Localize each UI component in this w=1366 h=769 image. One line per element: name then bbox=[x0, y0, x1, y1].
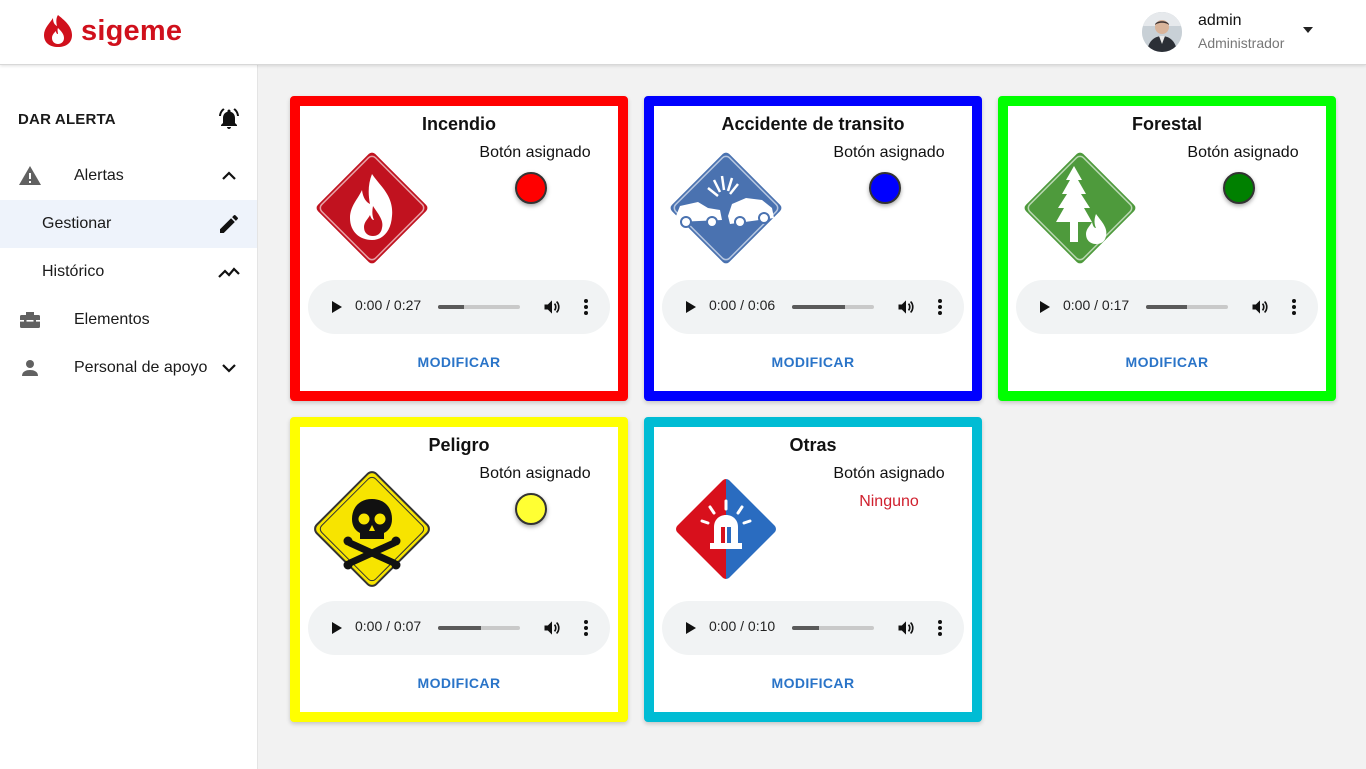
modify-button[interactable]: MODIFICAR bbox=[300, 675, 618, 691]
audio-time: 0:00 / 0:27 bbox=[355, 297, 422, 313]
assigned-button-color bbox=[515, 493, 547, 525]
card-title: Otras bbox=[789, 435, 837, 455]
siren-sign-icon bbox=[673, 476, 779, 582]
volume-icon[interactable] bbox=[1250, 297, 1270, 317]
card-title: Incendio bbox=[421, 114, 496, 134]
sidebar: DAR ALERTA Alertas Gestionar Histórico E… bbox=[0, 65, 258, 769]
user-role: Administrador bbox=[1198, 35, 1285, 51]
card-title: Forestal bbox=[1131, 114, 1203, 134]
audio-player[interactable]: 0:00 / 0:17 bbox=[1016, 280, 1318, 334]
modify-button[interactable]: MODIFICAR bbox=[1008, 354, 1326, 370]
dar-alerta-label: DAR ALERTA bbox=[18, 110, 116, 128]
alert-card-forestal: Forestal Botón asignado 0:00 / 0:17 MODI… bbox=[998, 96, 1336, 401]
sidebar-item-elementos[interactable]: Elementos bbox=[0, 296, 257, 344]
car-crash-sign-icon bbox=[667, 149, 785, 267]
avatar-photo-icon bbox=[1142, 12, 1182, 52]
more-vertical-icon[interactable] bbox=[930, 618, 950, 638]
dar-alerta-button[interactable]: DAR ALERTA bbox=[0, 95, 257, 143]
volume-icon[interactable] bbox=[542, 297, 562, 317]
card-title: Accidente de transito bbox=[721, 114, 905, 134]
sidebar-item-personal-de-apoyo[interactable]: Personal de apoyo bbox=[0, 344, 257, 392]
audio-time: 0:00 / 0:07 bbox=[355, 618, 422, 634]
sidebar-item-label: Histórico bbox=[42, 263, 105, 280]
warning-icon bbox=[19, 166, 41, 185]
more-vertical-icon[interactable] bbox=[930, 297, 950, 317]
assigned-button-color bbox=[515, 172, 547, 204]
modify-button[interactable]: MODIFICAR bbox=[300, 354, 618, 370]
sidebar-item-historico[interactable]: Histórico bbox=[0, 248, 257, 296]
assigned-button-label: Botón asignado bbox=[1187, 144, 1299, 161]
audio-progress-fill bbox=[1146, 305, 1187, 309]
sidebar-item-gestionar[interactable]: Gestionar bbox=[0, 200, 257, 248]
audio-progress-bar[interactable] bbox=[792, 626, 874, 630]
trending-icon bbox=[218, 267, 240, 278]
audio-player[interactable]: 0:00 / 0:10 bbox=[662, 601, 964, 655]
audio-player[interactable]: 0:00 / 0:07 bbox=[308, 601, 610, 655]
assigned-button-color bbox=[1223, 172, 1255, 204]
logo-flame-icon bbox=[44, 15, 72, 47]
toolbox-icon bbox=[20, 312, 40, 328]
sidebar-item-label: Elementos bbox=[74, 311, 150, 328]
assigned-button-label: Botón asignado bbox=[479, 465, 591, 482]
volume-icon[interactable] bbox=[896, 618, 916, 638]
sidebar-item-alertas[interactable]: Alertas bbox=[0, 152, 257, 200]
play-icon[interactable] bbox=[328, 299, 344, 315]
logo-text: sigeme bbox=[81, 15, 183, 47]
sidebar-item-label: Personal de apoyo bbox=[74, 359, 208, 376]
audio-progress-fill bbox=[438, 626, 481, 630]
assigned-none-text: Ninguno bbox=[859, 493, 919, 510]
person-icon bbox=[22, 360, 38, 376]
play-icon[interactable] bbox=[1036, 299, 1052, 315]
audio-progress-bar[interactable] bbox=[438, 626, 520, 630]
forest-fire-sign-icon bbox=[1021, 149, 1139, 267]
play-icon[interactable] bbox=[328, 620, 344, 636]
assigned-button-label: Botón asignado bbox=[833, 465, 945, 482]
assigned-button-label: Botón asignado bbox=[479, 144, 591, 161]
assigned-button-color bbox=[869, 172, 901, 204]
bell-ring-icon bbox=[219, 108, 239, 129]
audio-time: 0:00 / 0:17 bbox=[1063, 297, 1130, 313]
more-vertical-icon[interactable] bbox=[1284, 297, 1304, 317]
audio-progress-fill bbox=[438, 305, 465, 309]
audio-player[interactable]: 0:00 / 0:27 bbox=[308, 280, 610, 334]
app-header: sigeme admin Administrador bbox=[0, 0, 1366, 65]
sidebar-item-label: Alertas bbox=[74, 167, 124, 184]
volume-icon[interactable] bbox=[542, 618, 562, 638]
chevron-up-icon bbox=[222, 171, 236, 180]
alert-card-peligro: Peligro Botón asignado 0:00 / 0:07 MODIF… bbox=[290, 417, 628, 722]
audio-time: 0:00 / 0:06 bbox=[709, 297, 776, 313]
chevron-down-icon bbox=[222, 364, 236, 373]
modify-button[interactable]: MODIFICAR bbox=[654, 354, 972, 370]
volume-icon[interactable] bbox=[896, 297, 916, 317]
audio-progress-fill bbox=[792, 305, 846, 309]
alert-card-otras: Otras Botón asignado Ninguno 0:00 / 0:10… bbox=[644, 417, 982, 722]
skull-sign-icon bbox=[314, 471, 430, 587]
audio-progress-fill bbox=[792, 626, 820, 630]
alert-card-accidente: Accidente de transito Botón asignado 0:0… bbox=[644, 96, 982, 401]
user-menu[interactable]: admin Administrador bbox=[1142, 12, 1313, 52]
fire-sign-icon bbox=[313, 149, 431, 267]
caret-down-icon[interactable] bbox=[1302, 26, 1314, 34]
audio-progress-bar[interactable] bbox=[1146, 305, 1228, 309]
play-icon[interactable] bbox=[682, 620, 698, 636]
pencil-icon bbox=[220, 214, 238, 233]
more-vertical-icon[interactable] bbox=[576, 618, 596, 638]
play-icon[interactable] bbox=[682, 299, 698, 315]
app-logo[interactable]: sigeme bbox=[42, 14, 182, 48]
more-vertical-icon[interactable] bbox=[576, 297, 596, 317]
user-name: admin bbox=[1198, 12, 1242, 29]
modify-button[interactable]: MODIFICAR bbox=[654, 675, 972, 691]
card-title: Peligro bbox=[428, 435, 490, 455]
alert-card-incendio: Incendio Botón asignado 0:00 / 0:27 MODI… bbox=[290, 96, 628, 401]
sidebar-item-label: Gestionar bbox=[42, 215, 112, 232]
avatar bbox=[1142, 12, 1182, 52]
audio-time: 0:00 / 0:10 bbox=[709, 618, 776, 634]
audio-progress-bar[interactable] bbox=[438, 305, 520, 309]
assigned-button-label: Botón asignado bbox=[833, 144, 945, 161]
audio-player[interactable]: 0:00 / 0:06 bbox=[662, 280, 964, 334]
audio-progress-bar[interactable] bbox=[792, 305, 874, 309]
